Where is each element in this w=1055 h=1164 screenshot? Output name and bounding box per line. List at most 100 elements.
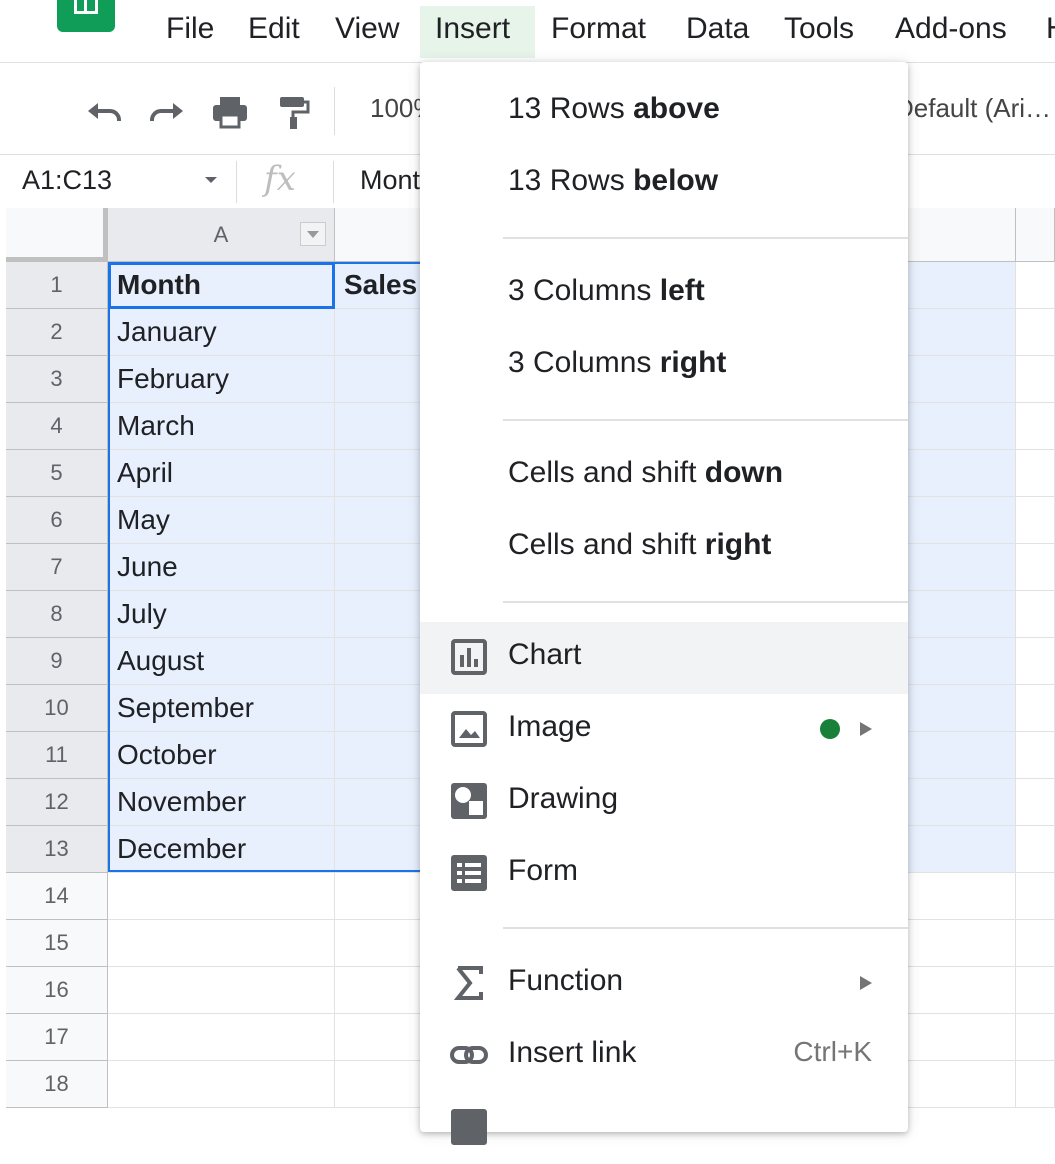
cell-a[interactable]: August — [108, 638, 335, 685]
insert-checkbox[interactable] — [420, 1092, 908, 1164]
cell-a[interactable]: April — [108, 450, 335, 497]
menu-separator — [503, 927, 908, 929]
paint-format-icon[interactable] — [274, 93, 314, 129]
cell-d[interactable] — [1016, 638, 1055, 685]
cell-d[interactable] — [1016, 779, 1055, 826]
shortcut-label: Ctrl+K — [793, 1036, 872, 1067]
menu-edit[interactable]: Edit — [233, 6, 315, 58]
menu-view[interactable]: View — [320, 6, 414, 58]
menu-separator — [503, 601, 908, 603]
cell-a[interactable]: November — [108, 779, 335, 826]
cell-a[interactable]: Month — [108, 262, 335, 309]
row-header[interactable]: 15 — [6, 920, 108, 967]
column-menu-icon[interactable] — [300, 222, 326, 246]
select-all-corner[interactable] — [6, 208, 108, 262]
row-header[interactable]: 18 — [6, 1061, 108, 1108]
cell-a[interactable]: December — [108, 826, 335, 873]
font-select[interactable]: Default (Ari… — [895, 93, 1051, 124]
name-box[interactable]: A1:C13 — [22, 165, 112, 196]
menu-file[interactable]: File — [151, 6, 229, 58]
insert-function[interactable]: Function — [420, 948, 908, 1020]
insert-rows-below[interactable]: 13 Rows below — [420, 148, 908, 220]
menu-tools[interactable]: Tools — [769, 6, 869, 58]
cell-d[interactable] — [1016, 732, 1055, 779]
cell-a[interactable]: January — [108, 309, 335, 356]
column-header-label: A — [213, 222, 229, 247]
print-icon[interactable] — [210, 93, 250, 129]
menu-item-label: 3 Columns right — [508, 346, 727, 379]
row-header[interactable]: 3 — [6, 356, 108, 403]
row-header[interactable]: 6 — [6, 497, 108, 544]
cell-d[interactable] — [1016, 450, 1055, 497]
insert-image[interactable]: Image — [420, 694, 908, 766]
row-header[interactable]: 1 — [6, 262, 108, 309]
cell-d[interactable] — [1016, 1061, 1055, 1108]
cell-a[interactable] — [108, 1014, 335, 1061]
cell-d[interactable] — [1016, 544, 1055, 591]
row-header[interactable]: 7 — [6, 544, 108, 591]
cell-a[interactable]: October — [108, 732, 335, 779]
cell-a[interactable] — [108, 967, 335, 1014]
menu-addons[interactable]: Add-ons — [880, 6, 1022, 58]
cell-a[interactable]: June — [108, 544, 335, 591]
cell-d[interactable] — [1016, 591, 1055, 638]
cell-d[interactable] — [1016, 497, 1055, 544]
cell-d[interactable] — [1016, 685, 1055, 732]
menu-item-label: Form — [508, 854, 578, 887]
menu-item-label: Function — [508, 964, 624, 997]
row-header[interactable]: 11 — [6, 732, 108, 779]
sheets-logo-icon[interactable] — [57, 0, 115, 32]
menu-item-label: Drawing — [508, 782, 619, 815]
cell-a[interactable]: July — [108, 591, 335, 638]
insert-cells-shift-right[interactable]: Cells and shift right — [420, 512, 908, 584]
row-header[interactable]: 5 — [6, 450, 108, 497]
row-header[interactable]: 4 — [6, 403, 108, 450]
row-header[interactable]: 16 — [6, 967, 108, 1014]
insert-menu: 13 Rows above 13 Rows below 3 Columns le… — [420, 62, 908, 1145]
cell-d[interactable] — [1016, 1014, 1055, 1061]
menu-help[interactable]: H — [1031, 6, 1055, 58]
cell-d[interactable] — [1016, 262, 1055, 309]
menu-format[interactable]: Format — [536, 6, 661, 58]
insert-columns-right[interactable]: 3 Columns right — [420, 330, 908, 402]
row-header[interactable]: 17 — [6, 1014, 108, 1061]
insert-columns-left[interactable]: 3 Columns left — [420, 258, 908, 330]
menu-insert[interactable]: Insert — [420, 6, 535, 58]
cell-d[interactable] — [1016, 920, 1055, 967]
cell-a[interactable] — [108, 1061, 335, 1108]
row-header[interactable]: 10 — [6, 685, 108, 732]
row-header[interactable]: 2 — [6, 309, 108, 356]
insert-form[interactable]: Form — [420, 838, 908, 910]
row-header[interactable]: 8 — [6, 591, 108, 638]
row-header[interactable]: 13 — [6, 826, 108, 873]
cell-d[interactable] — [1016, 403, 1055, 450]
insert-drawing[interactable]: Drawing — [420, 766, 908, 838]
row-header[interactable]: 12 — [6, 779, 108, 826]
column-header-a[interactable]: A — [108, 208, 335, 262]
insert-chart[interactable]: Chart — [420, 622, 908, 694]
cell-d[interactable] — [1016, 826, 1055, 873]
insert-link[interactable]: Insert link Ctrl+K — [420, 1020, 908, 1092]
insert-rows-above[interactable]: 13 Rows above — [420, 76, 908, 148]
cell-a[interactable] — [108, 920, 335, 967]
cell-a[interactable]: March — [108, 403, 335, 450]
fx-icon: fx — [264, 159, 296, 199]
insert-cells-shift-down[interactable]: Cells and shift down — [420, 440, 908, 512]
cell-a[interactable]: May — [108, 497, 335, 544]
cell-a[interactable] — [108, 873, 335, 920]
cell-d[interactable] — [1016, 873, 1055, 920]
cell-d[interactable] — [1016, 309, 1055, 356]
row-header[interactable]: 14 — [6, 873, 108, 920]
undo-icon[interactable] — [84, 93, 124, 129]
redo-icon[interactable] — [147, 93, 187, 129]
column-header-d[interactable] — [1016, 208, 1055, 262]
drawing-icon — [451, 783, 487, 819]
row-header[interactable]: 9 — [6, 638, 108, 685]
menu-bar: File Edit View Insert Format Data Tools … — [0, 0, 1055, 62]
cell-d[interactable] — [1016, 356, 1055, 403]
cell-a[interactable]: February — [108, 356, 335, 403]
cell-a[interactable]: September — [108, 685, 335, 732]
menu-data[interactable]: Data — [671, 6, 764, 58]
cell-d[interactable] — [1016, 967, 1055, 1014]
chevron-down-icon[interactable] — [205, 177, 217, 183]
